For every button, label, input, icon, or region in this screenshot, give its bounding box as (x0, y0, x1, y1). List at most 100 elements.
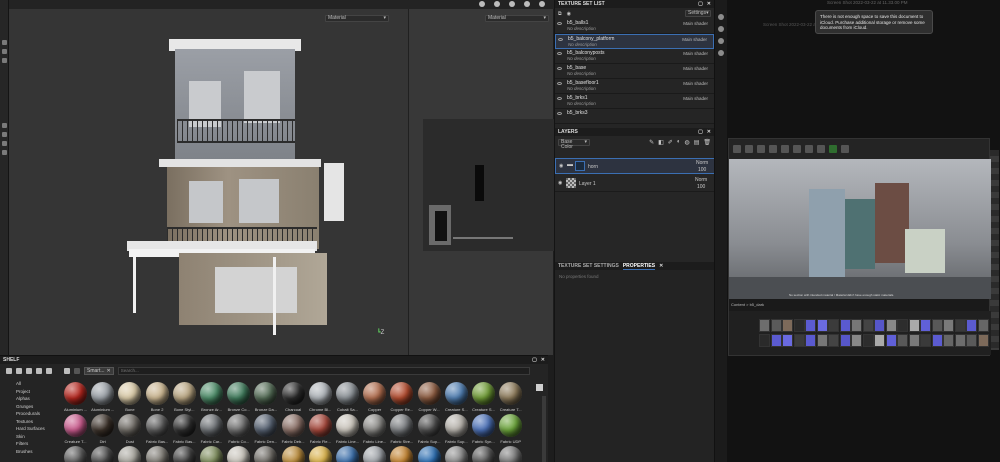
ue-asset-thumbnail[interactable] (828, 334, 839, 347)
play-icon[interactable] (829, 145, 837, 153)
texture-set-shader[interactable]: Main shader (683, 21, 708, 26)
material-tile[interactable]: Fabric Den... (252, 414, 279, 449)
texture-set-item[interactable]: b5_basefloor1 No description Main shader (555, 79, 714, 94)
dock-icon[interactable]: ▢ (698, 129, 703, 135)
material-tile[interactable]: Fabric Bas... (171, 414, 198, 449)
material-tile[interactable] (388, 446, 415, 462)
ue-asset-thumbnail[interactable] (943, 319, 954, 332)
texture-set-item[interactable]: b5_brks1 No description Main shader (555, 94, 714, 109)
new-item-icon[interactable] (16, 367, 22, 374)
visibility-icon[interactable]: ◉ (558, 180, 562, 186)
grid-icon[interactable] (494, 1, 500, 7)
material-tile[interactable]: Dust (116, 414, 143, 449)
material-tile[interactable]: Aluminium ... (89, 382, 116, 417)
marketplace-icon[interactable] (769, 145, 777, 153)
ue-asset-thumbnail[interactable] (966, 319, 977, 332)
settings-dropdown[interactable]: Settings ▾ (685, 10, 711, 17)
material-tile[interactable]: Bone Styl... (171, 382, 198, 417)
material-tile[interactable]: Fabric Deb... (280, 414, 307, 449)
tab-properties[interactable]: PROPERTIES (622, 263, 656, 270)
texture-set-shader[interactable]: Main shader (683, 81, 708, 86)
channel-select[interactable]: Base Color ▾ (558, 138, 590, 149)
material-tile[interactable]: Fabric UDP (497, 414, 524, 449)
shelf-category[interactable]: All (0, 380, 62, 388)
material-tile[interactable] (171, 446, 198, 462)
ue-asset-thumbnail[interactable] (816, 319, 828, 332)
layer-blend[interactable]: Norm (696, 160, 708, 166)
viewport-3d-material-select[interactable]: Material ▾ (325, 15, 389, 22)
material-tile[interactable] (62, 446, 89, 462)
layer-opacity[interactable]: 100 (698, 167, 706, 173)
shelf-category[interactable]: Textures (0, 418, 62, 426)
material-tile[interactable]: Bronze Co... (225, 382, 252, 417)
ue-asset-thumbnail[interactable] (897, 319, 908, 332)
viewport-2d[interactable]: Material ▾ (408, 9, 554, 355)
polygon-fill-icon[interactable] (2, 123, 7, 128)
add-layer-icon[interactable]: ◍ (684, 139, 689, 146)
ue-asset-thumbnail[interactable] (793, 334, 805, 347)
layers-icon[interactable] (718, 26, 724, 32)
ue-asset-thumbnail[interactable] (897, 334, 908, 347)
visibility-icon[interactable]: ◉ (567, 11, 571, 17)
ue-breadcrumb[interactable]: Content > b5_dark (731, 302, 764, 307)
ue-asset-thumbnail[interactable] (931, 319, 943, 332)
shelf-search-input[interactable] (117, 366, 530, 375)
material-tile[interactable] (361, 446, 388, 462)
settings-icon[interactable] (539, 1, 545, 7)
close-icon[interactable]: ✕ (659, 263, 663, 269)
add-mask-icon[interactable]: ◧ (658, 139, 664, 146)
material-tile[interactable]: Chrome Bl... (307, 382, 334, 417)
ue-asset-thumbnail[interactable] (805, 319, 816, 332)
paint-tool-icon[interactable] (2, 40, 7, 45)
ue-asset-thumbnail[interactable] (977, 334, 989, 347)
texture-set-item[interactable]: b5_base No description Main shader (555, 64, 714, 79)
material-tile[interactable]: Bone (116, 382, 143, 417)
shelf-scrollbar[interactable] (542, 396, 546, 462)
visibility-icon[interactable] (557, 97, 562, 100)
ue-asset-thumbnail[interactable] (977, 319, 989, 332)
ue-asset-thumbnail[interactable] (874, 319, 885, 332)
ue-asset-thumbnail[interactable] (862, 334, 874, 347)
eraser-tool-icon[interactable] (2, 49, 7, 54)
shelf-category[interactable]: Filters (0, 440, 62, 448)
material-tile[interactable] (116, 446, 143, 462)
visibility-icon[interactable] (558, 38, 563, 41)
material-tile[interactable] (470, 446, 497, 462)
close-icon[interactable]: ✕ (541, 357, 545, 363)
layer-row-layer1[interactable]: ◉ Layer 1 Norm 100 (555, 176, 715, 192)
visibility-icon[interactable]: ◉ (559, 163, 563, 169)
close-icon[interactable]: ✕ (707, 129, 711, 135)
unreal-editor-window[interactable]: No section with intended material / Mate… (728, 138, 991, 356)
shelf-category[interactable]: Brushes (0, 448, 62, 456)
filter-chip[interactable]: Smart... ✕ (84, 366, 114, 375)
ue-asset-thumbnail[interactable] (874, 334, 885, 347)
ue-asset-thumbnail[interactable] (770, 334, 782, 347)
shelf-category[interactable]: Project (0, 388, 62, 396)
cinematics-icon[interactable] (805, 145, 813, 153)
viewport-2d-material-select[interactable]: Material ▾ (485, 15, 549, 22)
desktop-file-label[interactable]: Screen Shot 2022-03-22 at 11.33.00 PM (827, 0, 907, 5)
texture-set-shader[interactable]: Main shader (683, 66, 708, 71)
ue-asset-thumbnail[interactable] (793, 319, 805, 332)
help-icon[interactable] (509, 1, 515, 7)
material-tile[interactable]: Dirt (89, 414, 116, 449)
ue-asset-thumbnail[interactable] (885, 334, 897, 347)
shelf-category[interactable]: Skin (0, 433, 62, 441)
icloud-notification[interactable]: There is not enough space to save this d… (815, 10, 933, 34)
visibility-icon[interactable] (557, 67, 562, 70)
properties-icon[interactable] (718, 38, 724, 44)
material-tile[interactable]: Bone 2 (144, 382, 171, 417)
ue-asset-thumbnail[interactable] (908, 334, 920, 347)
visibility-icon[interactable] (557, 22, 562, 25)
material-tile[interactable]: Copper Re... (388, 382, 415, 417)
ue-asset-thumbnail[interactable] (839, 334, 851, 347)
material-tile[interactable] (334, 446, 361, 462)
material-tile[interactable] (307, 446, 334, 462)
ue-asset-thumbnail[interactable] (782, 319, 793, 332)
ue-asset-thumbnail[interactable] (851, 334, 862, 347)
layer-opacity[interactable]: 100 (697, 184, 705, 190)
texture-set-item[interactable]: b5_brks3 (555, 109, 714, 124)
material-tile[interactable]: Copper (361, 382, 388, 417)
camera-icon[interactable] (524, 1, 530, 7)
material-tile[interactable]: Aluminium ... (62, 382, 89, 417)
